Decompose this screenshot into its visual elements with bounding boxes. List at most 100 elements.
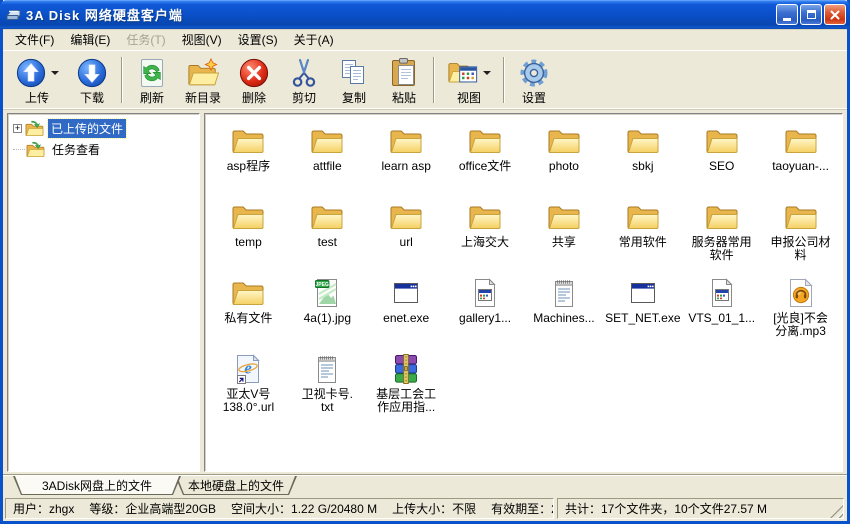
file-item-folder[interactable]: 共享 bbox=[525, 198, 604, 274]
file-item-jpeg[interactable]: JPEG4a(1).jpg bbox=[288, 274, 367, 350]
toolbar-button-label: 粘贴 bbox=[392, 91, 416, 105]
toolbar-button-paste[interactable]: 粘贴 bbox=[379, 54, 429, 107]
menu-item-3: 任务(T) bbox=[118, 28, 173, 51]
file-item-folder[interactable]: asp程序 bbox=[209, 122, 288, 198]
file-item-folder[interactable]: 私有文件 bbox=[209, 274, 288, 350]
toolbar-button-iconrow bbox=[518, 57, 550, 89]
file-item-rar[interactable]: 基层工会工 作应用指... bbox=[367, 350, 446, 426]
folder-icon bbox=[231, 125, 265, 157]
window-title: 3A Disk 网络硬盘客户端 bbox=[26, 5, 776, 24]
view-icon bbox=[447, 57, 479, 89]
menu-item-5[interactable]: 设置(S) bbox=[230, 28, 286, 51]
resize-grip-icon[interactable] bbox=[830, 505, 843, 518]
status-item-3: 空间大小：1.22 G/20480 M bbox=[231, 500, 377, 517]
app-window: 3A Disk 网络硬盘客户端 文件(F)编辑(E)任务(T)视图(V)设置(S… bbox=[0, 0, 850, 524]
upload-icon bbox=[15, 57, 47, 89]
toolbar-button-label: 新目录 bbox=[185, 91, 221, 105]
txt-file-icon bbox=[310, 353, 344, 385]
folder-icon bbox=[705, 201, 739, 233]
minimize-button[interactable] bbox=[776, 4, 798, 25]
status-total-text: 共计：17个文件夹，10个文件27.57 M bbox=[565, 500, 767, 517]
menu-item-6[interactable]: 关于(A) bbox=[286, 28, 342, 51]
dropdown-arrow-icon[interactable] bbox=[51, 71, 59, 75]
toolbar-button-label: 视图 bbox=[457, 91, 481, 105]
status-left-segment: 用户：zhgx等级：企业高端型20GB空间大小：1.22 G/20480 M上传… bbox=[5, 498, 554, 519]
folder-icon bbox=[547, 125, 581, 157]
file-item-folder[interactable]: attfile bbox=[288, 122, 367, 198]
folder-icon bbox=[784, 125, 818, 157]
toolbar-button-iconrow bbox=[447, 57, 491, 89]
file-item-folder[interactable]: SEO bbox=[682, 122, 761, 198]
file-item-label: 共享 bbox=[552, 236, 576, 249]
jpeg-file-icon: JPEG bbox=[310, 277, 344, 309]
exe-file-icon bbox=[389, 277, 423, 309]
menu-item-4[interactable]: 视图(V) bbox=[174, 28, 230, 51]
sidebar-item-2[interactable]: 任务查看 bbox=[8, 139, 199, 160]
file-item-audio[interactable]: [光良]不会 分离.mp3 bbox=[761, 274, 840, 350]
folder-icon bbox=[705, 125, 739, 157]
file-item-label: VTS_01_1... bbox=[688, 312, 755, 325]
file-item-label: 卫视卡号. txt bbox=[302, 388, 353, 414]
file-item-label: sbkj bbox=[632, 160, 653, 173]
menu-item-1[interactable]: 文件(F) bbox=[7, 28, 62, 51]
file-item-label: 上海交大 bbox=[461, 236, 509, 249]
file-list-panel: asp程序attfilelearn aspoffice文件photo sbkj SE… bbox=[204, 113, 843, 472]
tab-2[interactable]: 本地硬盘上的文件 bbox=[175, 476, 297, 495]
rar-archive-icon bbox=[389, 353, 423, 385]
tree-item-label: 任务查看 bbox=[49, 140, 103, 159]
file-item-html[interactable]: gallery1... bbox=[446, 274, 525, 350]
folder-icon bbox=[626, 125, 660, 157]
file-item-folder[interactable]: 常用软件 bbox=[603, 198, 682, 274]
file-item-folder[interactable]: 申报公司材 料 bbox=[761, 198, 840, 274]
file-item-folder[interactable]: taoyuan-... bbox=[761, 122, 840, 198]
file-item-folder[interactable]: test bbox=[288, 198, 367, 274]
file-item-folder[interactable]: temp bbox=[209, 198, 288, 274]
menu-item-2[interactable]: 编辑(E) bbox=[62, 28, 118, 51]
bottom-tab-bar: 3ADisk网盘上的文件本地硬盘上的文件 bbox=[3, 474, 847, 496]
folder-icon bbox=[468, 201, 502, 233]
folder-arrow-icon bbox=[25, 120, 44, 137]
toolbar-button-refresh[interactable]: 刷新 bbox=[127, 54, 177, 107]
toolbar-button-download[interactable]: 下载 bbox=[67, 54, 117, 107]
app-disk-icon bbox=[5, 6, 22, 23]
toolbar-button-cut[interactable]: 剪切 bbox=[279, 54, 329, 107]
file-item-html[interactable]: VTS_01_1... bbox=[682, 274, 761, 350]
file-item-folder[interactable]: 上海交大 bbox=[446, 198, 525, 274]
maximize-button[interactable] bbox=[800, 4, 822, 25]
file-item-folder[interactable]: url bbox=[367, 198, 446, 274]
cut-icon bbox=[288, 57, 320, 89]
toolbar-button-upload[interactable]: 上传 bbox=[7, 54, 67, 107]
toolbar-button-iconrow bbox=[15, 57, 59, 89]
file-item-label: Machines... bbox=[533, 312, 594, 325]
file-item-folder[interactable]: sbkj bbox=[603, 122, 682, 198]
toolbar-button-copy[interactable]: 复制 bbox=[329, 54, 379, 107]
toolbar-button-settings[interactable]: 设置 bbox=[509, 54, 559, 107]
file-item-exe[interactable]: SET_NET.exe bbox=[603, 274, 682, 350]
close-button[interactable] bbox=[824, 4, 846, 25]
file-item-folder[interactable]: office文件 bbox=[446, 122, 525, 198]
tab-1[interactable]: 3ADisk网盘上的文件 bbox=[13, 476, 181, 495]
toolbar-button-label: 设置 bbox=[522, 91, 546, 105]
toolbar-button-iconrow bbox=[338, 57, 370, 89]
file-item-label: taoyuan-... bbox=[772, 160, 829, 173]
folder-icon bbox=[626, 201, 660, 233]
toolbar-button-view[interactable]: 视图 bbox=[439, 54, 499, 107]
file-item-txt[interactable]: 卫视卡号. txt bbox=[288, 350, 367, 426]
file-item-folder[interactable]: photo bbox=[525, 122, 604, 198]
toolbar-button-delete[interactable]: 删除 bbox=[229, 54, 279, 107]
new-folder-icon bbox=[187, 57, 219, 89]
toolbar-button-label: 复制 bbox=[342, 91, 366, 105]
file-item-url[interactable]: e亚太V号 138.0°.url bbox=[209, 350, 288, 426]
toolbar-button-new-folder[interactable]: 新目录 bbox=[177, 54, 229, 107]
file-item-label: enet.exe bbox=[383, 312, 429, 325]
sidebar-item-1[interactable]: +已上传的文件 bbox=[8, 118, 199, 139]
file-item-txt[interactable]: Machines... bbox=[525, 274, 604, 350]
file-item-folder[interactable]: learn asp bbox=[367, 122, 446, 198]
dropdown-arrow-icon[interactable] bbox=[483, 71, 491, 75]
file-item-label: SEO bbox=[709, 160, 734, 173]
menu-bar: 文件(F)编辑(E)任务(T)视图(V)设置(S)关于(A) bbox=[3, 29, 847, 51]
file-item-exe[interactable]: enet.exe bbox=[367, 274, 446, 350]
status-item-1: 用户：zhgx bbox=[13, 500, 74, 517]
tree-expand-toggle[interactable]: + bbox=[13, 124, 22, 133]
file-item-folder[interactable]: 服务器常用 软件 bbox=[682, 198, 761, 274]
